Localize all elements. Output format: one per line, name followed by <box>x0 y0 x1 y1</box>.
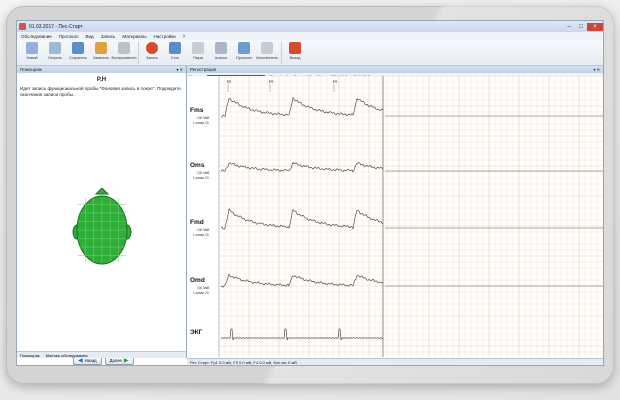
head-map-icon <box>72 188 132 265</box>
ribbon-button-4[interactable]: Воспроизвести <box>111 42 137 60</box>
menu-help[interactable]: ? <box>183 34 186 39</box>
ribbon-label: Протокол <box>236 56 252 60</box>
ribbon-button-3[interactable]: Заменить <box>90 42 112 60</box>
ribbon-toolbar: Новый Открыть Сохранить Заменить Воспроизвес… <box>17 40 603 66</box>
status-text: Рег. Старт: Fp1 0.0 мВ, F3 0.0 мВ, F4 0.… <box>190 359 297 365</box>
title-bar: 01.03.2017 - Пес-Старт – □ × <box>17 21 603 32</box>
chart-panel: Регистрация ▾ ✕ Монтаж 25 мм/с 5 мкВ/мм … <box>187 66 603 358</box>
ribbon-label: Стоп <box>170 56 180 60</box>
window-title: 01.03.2017 - Пес-Старт <box>29 23 83 30</box>
help-panel: Помощник ▾ ✕ P,H Идет запись функциональ… <box>17 66 187 365</box>
ribbon-button-5[interactable]: Запись <box>141 42 163 60</box>
ribbon-button-10[interactable]: Исполнитель <box>256 42 278 60</box>
back-label: Назад <box>84 358 97 363</box>
ribbon-label: Пауза <box>193 56 203 60</box>
ribbon-button-9[interactable]: Протокол <box>233 42 255 60</box>
ribbon-label: Исполнитель <box>256 56 278 60</box>
channel-scale: 100 МкВ <box>197 116 209 120</box>
help-panel-header: Помощник ▾ ✕ <box>17 66 186 73</box>
exit-icon <box>289 42 301 54</box>
chart-background <box>187 76 603 357</box>
event-marker: M <box>227 79 231 84</box>
arrow-left-icon: ◀ <box>78 358 83 364</box>
tab-montage[interactable]: Монтаж обследования <box>46 353 88 358</box>
minimize-button[interactable]: – <box>563 23 575 31</box>
channel-sub: 1 канал 20 <box>193 176 209 180</box>
menu-view[interactable]: Вид <box>85 34 93 39</box>
chart-panel-header: Регистрация ▾ ✕ <box>187 66 603 73</box>
save-icon <box>72 42 84 54</box>
status-bar: Рег. Старт: Fp1 0.0 мВ, F3 0.0 мВ, F4 0.… <box>187 358 603 365</box>
ribbon-button-0[interactable]: Новый <box>21 42 43 60</box>
performer-icon <box>261 42 273 54</box>
event-marker: M <box>269 79 273 84</box>
channel-label: Fmd <box>190 219 204 226</box>
channel-label: Omd <box>190 277 205 284</box>
protocol-icon <box>238 42 250 54</box>
pin-icon[interactable]: ▾ ✕ <box>177 67 183 72</box>
record-icon <box>146 42 158 54</box>
menu-materials[interactable]: Материалы <box>122 34 146 39</box>
ribbon-button-1[interactable]: Открыть <box>44 42 66 60</box>
chart-panel-title: Регистрация <box>190 67 217 72</box>
ribbon-button-7[interactable]: Пауза <box>187 42 209 60</box>
new-doc-icon <box>26 42 38 54</box>
ribbon-button-8[interactable]: Анализ <box>210 42 232 60</box>
ribbon-label: Открыть <box>47 56 63 60</box>
ribbon-label: Заменить <box>92 56 110 60</box>
channel-sub: 1 канал 20 <box>193 121 209 125</box>
menu-record[interactable]: Запись <box>101 34 116 39</box>
ribbon-button-6[interactable]: Стоп <box>164 42 186 60</box>
tab-assistant[interactable]: Помощник <box>20 353 40 358</box>
tablet-frame: 01.03.2017 - Пес-Старт – □ × Обследовани… <box>6 6 614 384</box>
nose-icon <box>94 188 110 195</box>
maximize-button[interactable]: □ <box>575 23 587 31</box>
ribbon-label: Анализ <box>214 56 228 60</box>
work-area: Помощник ▾ ✕ P,H Идет запись функциональ… <box>17 66 603 365</box>
replace-icon <box>95 42 107 54</box>
ribbon-label: Воспроизвести <box>111 56 137 60</box>
help-text: Идет запись функциональной пробы "Фонова… <box>20 86 181 97</box>
stop-icon <box>169 42 181 54</box>
next-label: Далее <box>109 358 122 363</box>
panel-close-icon[interactable]: ▾ ✕ <box>594 67 600 72</box>
menu-examination[interactable]: Обследование <box>21 34 52 39</box>
analysis-icon <box>215 42 227 54</box>
ribbon-label: Новый <box>26 56 38 60</box>
channel-scale: 100 МкВ <box>197 286 209 290</box>
help-panel-title: Помощник <box>20 67 43 72</box>
menu-settings[interactable]: Настройки <box>154 34 176 39</box>
menu-bar: Обследование Протокол Вид Запись Материа… <box>17 32 603 40</box>
ribbon-label: Запись <box>146 56 158 60</box>
open-icon <box>49 42 61 54</box>
ribbon-button-2[interactable]: Сохранить <box>67 42 89 60</box>
channel-label: Fms <box>190 107 204 114</box>
arrow-right-icon: ▶ <box>123 358 129 364</box>
menu-protocol[interactable]: Протокол <box>59 34 79 39</box>
ribbon-label: Сохранить <box>69 56 87 60</box>
channel-scale: 100 МкВ <box>197 171 209 175</box>
channel-label: Oms <box>190 162 205 169</box>
channel-scale: 100 МкВ <box>197 228 209 232</box>
app-window: 01.03.2017 - Пес-Старт – □ × Обследовани… <box>16 20 604 366</box>
channel-label: ЭКГ <box>190 329 203 336</box>
app-icon <box>19 23 26 30</box>
ribbon-label: Выход <box>289 56 301 60</box>
event-marker: M <box>333 79 337 84</box>
eeg-chart[interactable]: M M MFms100 МкВ1 канал 20Oms100 МкВ1 канал… <box>187 76 604 357</box>
left-tabs: Помощник Монтаж обследования <box>17 351 186 358</box>
play-icon <box>118 42 130 54</box>
channel-sub: 1 канал 20 <box>193 291 209 295</box>
channel-sub: 1 канал 20 <box>193 233 209 237</box>
pause-icon <box>192 42 204 54</box>
ribbon-button-11[interactable]: Выход <box>284 42 306 60</box>
close-button[interactable]: × <box>587 22 603 31</box>
